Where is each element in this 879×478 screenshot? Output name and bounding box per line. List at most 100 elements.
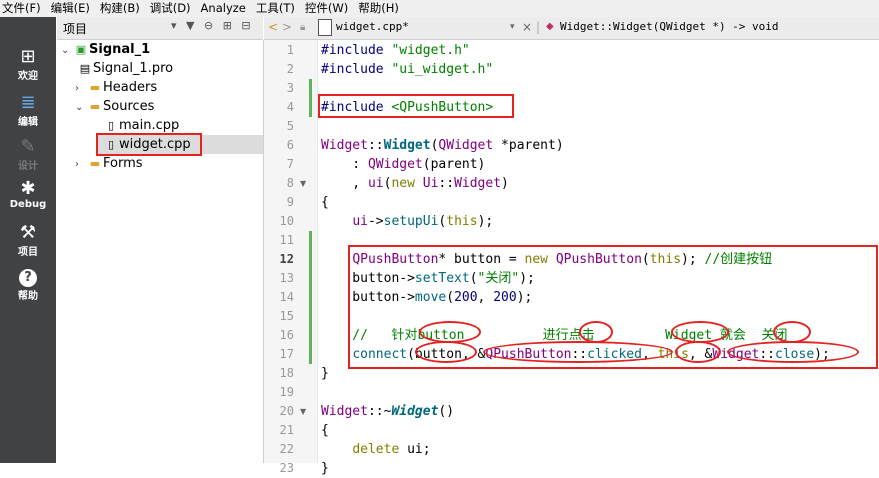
mode-label: 项目 [18,247,38,258]
mode-label: 帮助 [18,291,38,302]
mode-welcome[interactable]: ⊞ 欢迎 [0,47,56,83]
code-line-20: Widget::~Widget() [321,404,455,419]
menu-widgets[interactable]: 控件(W) [300,0,353,17]
chevron-right-icon[interactable]: › [75,155,87,174]
project-panel-header: 项目 ▾ ▼ ⊖ ⊞ ⊟ [57,17,263,40]
line-number: 8 [286,176,294,190]
annotation-oval [419,321,481,343]
code-line-7: : QWidget(parent) [321,157,486,172]
mode-projects[interactable]: ⚒ 项目 [0,222,56,259]
tree-item-label: Sources [103,99,155,114]
tree-item-forms[interactable]: › ▬ Forms [75,154,143,173]
code-line-6: Widget::Widget(QWidget *parent) [321,138,564,153]
design-icon: ✎ [20,136,36,157]
menu-edit[interactable]: 编辑(E) [46,0,95,17]
line-number: 6 [286,138,294,152]
line-number: 4 [286,100,294,114]
function-icon: ◆ [546,21,554,32]
annotation-oval [579,321,613,343]
menu-build[interactable]: 构建(B) [95,0,145,17]
pro-file-icon: ▤ [79,62,91,75]
change-marker [309,307,312,326]
debug-icon: ✱ [20,178,36,199]
chevron-right-icon[interactable]: › [75,79,87,98]
change-marker [309,231,312,250]
tree-item-sources[interactable]: ⌄ ▬ Sources [75,97,154,116]
fold-marker-icon[interactable]: ▼ [300,174,306,193]
annotation-box-include [318,94,514,118]
line-number: 7 [286,157,294,171]
close-document-icon[interactable]: × [522,20,532,34]
code-line-23: } [321,461,329,476]
line-number: 20 [279,404,294,418]
annotation-oval [415,341,477,363]
mode-edit[interactable]: ≣ 编辑 [0,92,56,129]
code-line-2: #include "ui_widget.h" [321,62,494,77]
line-number: 2 [286,62,294,76]
nav-forward-icon[interactable]: > [282,20,292,34]
tree-item-headers[interactable]: › ▬ Headers [75,78,157,97]
code-line-21: { [321,423,329,438]
menu-debug[interactable]: 调试(D) [145,0,196,17]
project-panel-tools[interactable]: ▾ ▼ ⊖ ⊞ ⊟ [171,19,254,32]
edit-icon: ≣ [20,92,36,113]
line-number: 5 [286,119,294,133]
wrench-icon: ⚒ [19,222,37,243]
annotation-oval [675,341,721,363]
line-number: 17 [279,347,294,361]
change-marker [309,250,312,269]
code-line-9: { [321,195,329,210]
code-line-10: ui->setupUi(this); [352,214,494,229]
separator: | [536,20,541,34]
folder-icon: ▬ [89,157,101,170]
open-file-name[interactable]: widget.cpp* [336,20,409,33]
function-path[interactable]: Widget::Widget(QWidget *) -> void [560,20,779,33]
file-icon [318,19,332,36]
line-number: 3 [286,81,294,95]
line-number: 15 [279,309,294,323]
folder-icon: ▬ [89,81,101,94]
mode-debug[interactable]: ✱ Debug [0,178,56,211]
line-number-gutter: 1 2 3 4 5 6 7 8 9 10 11 12 13 14 15 16 1… [264,40,318,475]
mode-label: Debug [9,199,47,210]
tree-item-label: main.cpp [119,118,180,133]
folder-icon: ▬ [89,100,101,113]
line-number: 21 [279,423,294,437]
tree-item-label: Signal_1.pro [93,61,174,76]
mode-help[interactable]: ? 帮助 [0,269,56,302]
mode-label: 编辑 [18,117,38,128]
annotation-box-selected-file [96,133,202,156]
code-line-22: delete ui; [352,442,431,457]
line-number: 16 [279,328,294,342]
chevron-down-icon[interactable]: ▾ [510,22,515,32]
code-line-1: #include "widget.h" [321,43,470,58]
menu-tools[interactable]: 工具(T) [251,0,300,17]
mode-bar: ⊞ 欢迎 ≣ 编辑 ✎ 设计 ✱ Debug ⚒ 项目 ? 帮助 [0,17,56,463]
annotation-oval [773,321,811,343]
change-marker [309,288,312,307]
fold-marker-icon[interactable]: ▼ [300,402,306,421]
menubar: 文件(F) 编辑(E) 构建(B) 调试(D) Analyze 工具(T) 控件… [0,0,879,17]
help-icon: ? [19,269,37,287]
menu-help[interactable]: 帮助(H) [353,0,404,17]
chevron-down-icon[interactable]: ⌄ [75,98,87,117]
code-line-18: } [321,366,329,381]
tree-item-project[interactable]: ⌄ ▣ Signal_1 [61,40,150,59]
change-marker [309,269,312,288]
menu-file[interactable]: 文件(F) [0,0,46,17]
annotation-oval [727,341,859,363]
tree-item-label: Forms [103,156,143,171]
annotation-oval [671,321,729,343]
tree-item-pro-file[interactable]: ▤ Signal_1.pro [77,59,173,78]
code-editor[interactable]: #include "widget.h" #include "ui_widget.… [318,40,879,476]
chevron-down-icon[interactable]: ⌄ [61,41,73,60]
nav-back-icon[interactable]: < [268,20,278,34]
tree-item-label: Signal_1 [89,42,151,57]
line-number: 1 [286,43,294,57]
lock-icon: 🔒︎ [300,22,306,33]
line-number: 9 [286,195,294,209]
line-number: 18 [279,366,294,380]
menu-analyze[interactable]: Analyze [196,0,251,17]
annotation-oval [483,341,673,363]
line-number: 14 [279,290,294,304]
